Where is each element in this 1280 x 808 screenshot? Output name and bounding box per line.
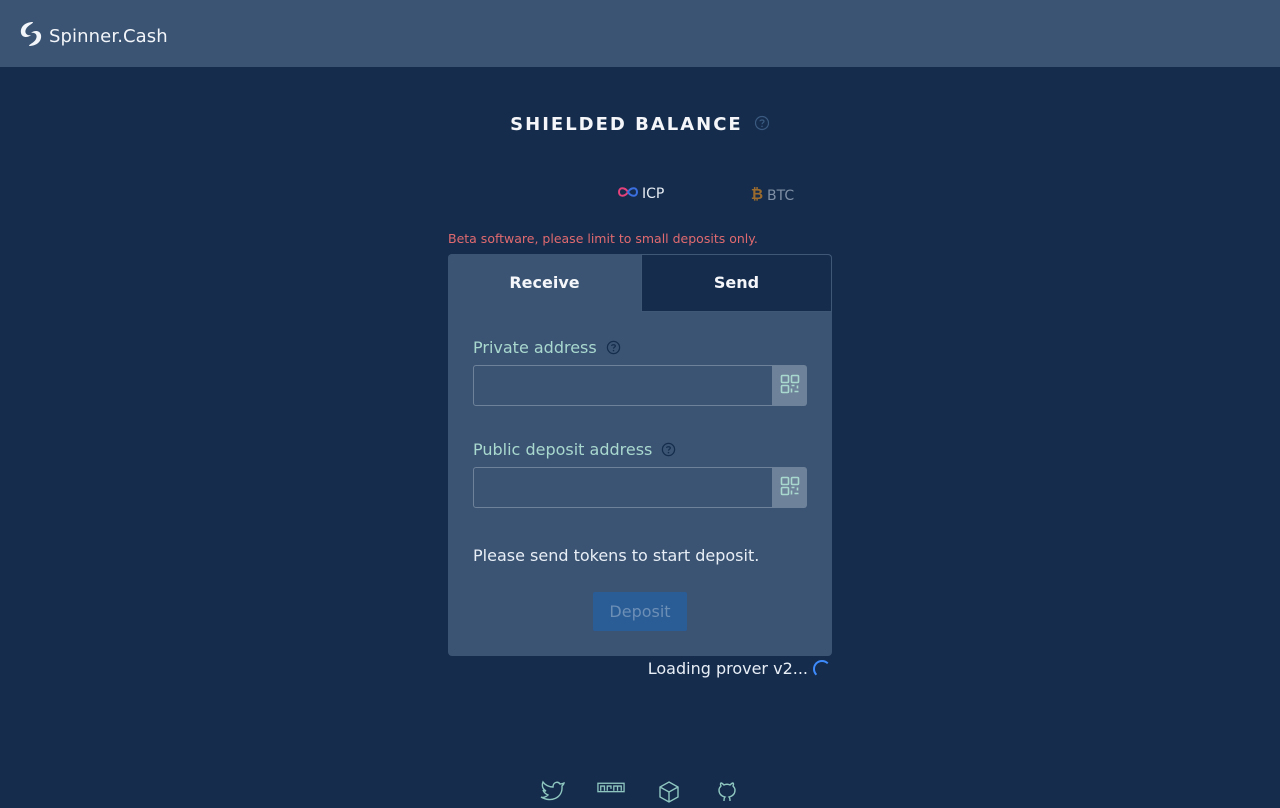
qr-code-icon — [780, 476, 800, 500]
bitcoin-icon: ₿ — [750, 185, 764, 206]
github-icon[interactable] — [713, 780, 741, 808]
question-circle-icon[interactable] — [606, 340, 621, 355]
twitter-icon[interactable] — [539, 780, 567, 808]
top-navbar: Spinner.Cash — [0, 0, 1280, 67]
deposit-card: Receive Send Private address Public depo… — [448, 254, 832, 656]
public-address-input[interactable] — [473, 467, 773, 508]
question-circle-icon[interactable] — [754, 115, 770, 135]
public-address-field — [473, 467, 807, 508]
private-address-field — [473, 365, 807, 406]
footer-links — [0, 780, 1280, 808]
brand-name: Spinner.Cash — [49, 25, 168, 47]
private-address-label: Private address — [473, 338, 621, 357]
brand-home-link[interactable]: Spinner.Cash — [19, 20, 168, 52]
loading-text: Loading prover v2... — [647, 659, 808, 678]
icp-infinity-icon — [617, 186, 639, 202]
page-title: SHIELDED BALANCE — [510, 114, 743, 135]
beta-warning: Beta software, please limit to small dep… — [448, 231, 758, 246]
tab-send[interactable]: Send — [641, 254, 832, 312]
qr-code-icon — [780, 374, 800, 398]
token-tab-icp[interactable]: ICP — [617, 186, 664, 202]
token-tab-btc[interactable]: ₿ BTC — [750, 185, 795, 206]
loading-spinner-icon — [813, 659, 831, 678]
tab-receive[interactable]: Receive — [448, 254, 641, 312]
balance-header: SHIELDED BALANCE — [0, 114, 1280, 135]
svg-text:₿: ₿ — [751, 186, 763, 202]
private-address-qr-button[interactable] — [772, 365, 807, 406]
token-label-icp: ICP — [642, 186, 665, 202]
deposit-status-message: Please send tokens to start deposit. — [473, 546, 760, 565]
public-address-label: Public deposit address — [473, 440, 676, 459]
private-address-label-text: Private address — [473, 338, 597, 357]
public-address-qr-button[interactable] — [772, 467, 807, 508]
deposit-button[interactable]: Deposit — [593, 592, 687, 631]
token-label-btc: BTC — [767, 188, 795, 204]
npm-icon[interactable] — [597, 780, 625, 808]
spinner-logo-icon — [19, 20, 43, 52]
private-address-input[interactable] — [473, 365, 773, 406]
prover-loading-indicator: Loading prover v2... — [648, 659, 831, 678]
package-box-icon[interactable] — [655, 780, 683, 808]
question-circle-icon[interactable] — [661, 442, 676, 457]
public-address-label-text: Public deposit address — [473, 440, 653, 459]
